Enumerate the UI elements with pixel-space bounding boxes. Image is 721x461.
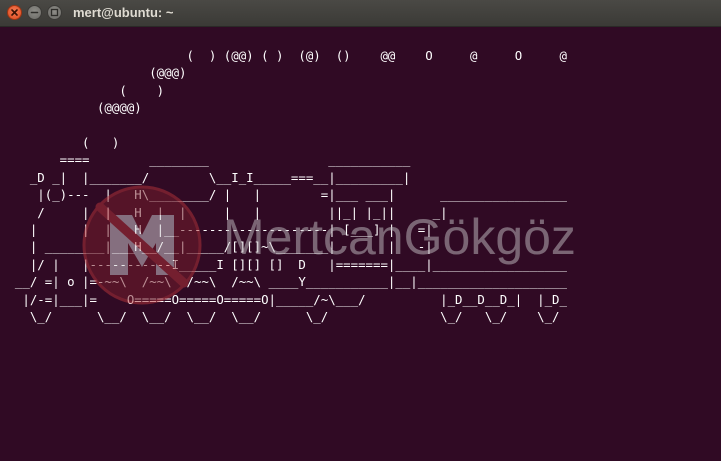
minimize-icon xyxy=(30,11,39,14)
close-icon xyxy=(11,9,18,16)
window-title: mert@ubuntu: ~ xyxy=(73,5,174,20)
close-button[interactable] xyxy=(7,5,22,20)
title-bar[interactable]: mert@ubuntu: ~ xyxy=(0,0,721,27)
minimize-button[interactable] xyxy=(27,5,42,20)
maximize-icon xyxy=(50,8,59,17)
terminal-window: mert@ubuntu: ~ ( ) (@@) ( ) (@) () @@ O … xyxy=(0,0,721,461)
sl-train-ascii-art: ( ) (@@) ( ) (@) () @@ O @ O @ (@@@) ( )… xyxy=(14,48,567,325)
maximize-button[interactable] xyxy=(47,5,62,20)
terminal-area[interactable]: ( ) (@@) ( ) (@) () @@ O @ O @ (@@@) ( )… xyxy=(0,27,721,461)
